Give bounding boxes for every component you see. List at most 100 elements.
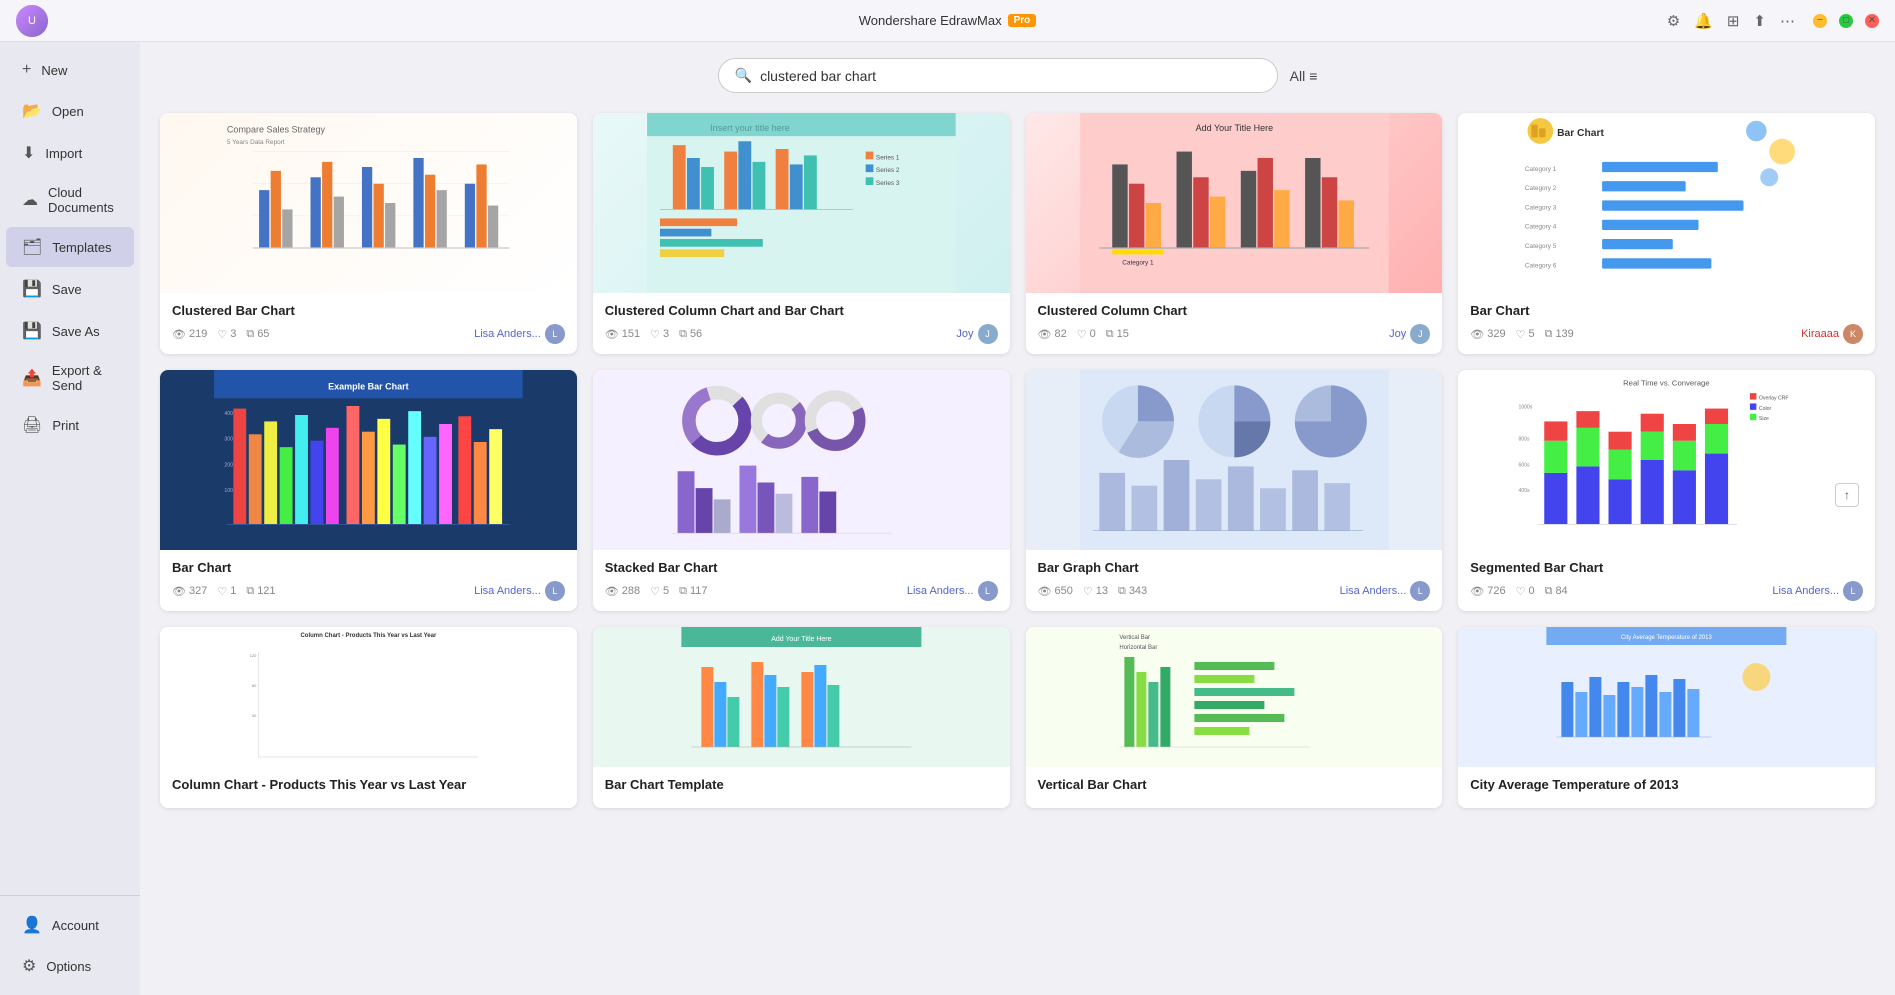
search-input[interactable]: [760, 68, 1261, 84]
svg-text:Series 1: Series 1: [876, 154, 900, 161]
card-info: Bar Chart Template: [593, 767, 1010, 808]
svg-text:City Average Temperature of 20: City Average Temperature of 2013: [1621, 635, 1712, 641]
chart-svg: Vertical Bar Horizontal Bar: [1026, 627, 1443, 767]
help-icon[interactable]: ⚙: [1667, 12, 1680, 30]
more-icon[interactable]: ⋯: [1780, 12, 1795, 30]
chart-svg: Insert your title here: [593, 113, 1010, 293]
svg-text:Category 1: Category 1: [1122, 260, 1154, 267]
likes-icon: ♡: [217, 585, 227, 598]
card-info: Stacked Bar Chart 👁 288 ♡ 5 ⧉: [593, 550, 1010, 611]
card-title: Segmented Bar Chart: [1470, 560, 1863, 575]
card-preview: Bar Chart Category 1 Category 2 Category…: [1458, 113, 1875, 293]
sidebar-item-label: Templates: [52, 240, 111, 255]
author-avatar: L: [978, 581, 998, 601]
svg-text:5 Years Data Report: 5 Years Data Report: [227, 139, 285, 146]
template-card-segmented-bar[interactable]: Real Time vs. Converage Overlay CRF Colo…: [1458, 370, 1875, 611]
filter-button[interactable]: All ≡: [1290, 68, 1318, 84]
views-icon: 👁: [1038, 585, 1052, 598]
template-card-city-temp[interactable]: City Average Temperature of 2013: [1458, 627, 1875, 808]
template-card-add-title[interactable]: Add Your Title Here: [593, 627, 1010, 808]
sidebar-item-open[interactable]: 📂 Open: [6, 91, 134, 131]
chart-svg: Bar Chart Category 1 Category 2 Category…: [1458, 113, 1875, 293]
sidebar-item-account[interactable]: 👤 Account: [6, 905, 134, 945]
card-info: Bar Graph Chart 👁 650 ♡ 13 ⧉: [1026, 550, 1443, 611]
chart-svg: Column Chart - Products This Year vs Las…: [160, 627, 577, 767]
chart-svg: Add Your Title Here: [593, 627, 1010, 767]
card-title: Clustered Column Chart: [1038, 303, 1431, 318]
template-card-clustered-col-bar[interactable]: Insert your title here: [593, 113, 1010, 354]
views-stat: 👁 151: [605, 328, 640, 341]
sidebar-item-print[interactable]: 🖨 Print: [6, 405, 134, 445]
author-avatar: L: [545, 581, 565, 601]
titlebar: ← U Wondershare EdrawMax Pro ⚙ 🔔 ⊞ ⬆ ⋯ −…: [0, 0, 1895, 42]
svg-text:Horizontal Bar: Horizontal Bar: [1119, 645, 1157, 651]
template-card-clustered-col[interactable]: Add Your Title Here: [1026, 113, 1443, 354]
template-card-bar-chart-h[interactable]: Bar Chart Category 1 Category 2 Category…: [1458, 113, 1875, 354]
svg-text:Category 5: Category 5: [1525, 243, 1557, 250]
minimize-button[interactable]: −: [1813, 14, 1827, 28]
search-box[interactable]: 🔍: [718, 58, 1278, 93]
views-stat: 👁 219: [172, 328, 207, 341]
sidebar-item-import[interactable]: ⬇ Import: [6, 133, 134, 173]
author-avatar: L: [1410, 581, 1430, 601]
new-icon: +: [22, 61, 31, 79]
sidebar-item-new[interactable]: + New: [6, 51, 134, 89]
likes-stat: ♡ 0: [1077, 328, 1096, 341]
sidebar-item-export[interactable]: 📤 Export & Send: [6, 353, 134, 403]
chart-svg: Compare Sales Strategy 5 Years Data Repo…: [160, 113, 577, 293]
user-avatar: U: [16, 5, 48, 37]
svg-text:Example Bar Chart: Example Bar Chart: [328, 381, 409, 391]
chart-svg: [593, 370, 1010, 550]
copies-icon: ⧉: [1545, 585, 1553, 598]
template-card-column-products[interactable]: Column Chart - Products This Year vs Las…: [160, 627, 577, 808]
copies-icon: ⧉: [679, 328, 687, 341]
sidebar-item-label: Save: [52, 282, 82, 297]
window-controls: − □ ✕: [1813, 14, 1879, 28]
sidebar-item-saveas[interactable]: 💾 Save As: [6, 311, 134, 351]
card-meta: 👁 219 ♡ 3 ⧉ 65: [172, 324, 565, 344]
sidebar-item-label: Account: [52, 918, 99, 933]
card-info: Bar Chart 👁 329 ♡ 5 ⧉: [1458, 293, 1875, 354]
card-meta: 👁 650 ♡ 13 ⧉ 343: [1038, 581, 1431, 601]
sidebar-item-cloud[interactable]: ☁ Cloud Documents: [6, 175, 134, 225]
copies-stat: ⧉ 117: [679, 585, 707, 598]
card-meta: 👁 151 ♡ 3 ⧉ 56: [605, 324, 998, 344]
app-title: Wondershare EdrawMax Pro: [859, 13, 1037, 28]
share-icon[interactable]: ⬆: [1753, 12, 1766, 30]
sidebar-item-options[interactable]: ⚙ Options: [6, 946, 134, 986]
card-meta: 👁 327 ♡ 1 ⧉ 121: [172, 581, 565, 601]
card-info: Clustered Column Chart and Bar Chart 👁 1…: [593, 293, 1010, 354]
svg-text:1000s: 1000s: [1519, 405, 1533, 411]
close-button[interactable]: ✕: [1865, 14, 1879, 28]
grid-icon[interactable]: ⊞: [1727, 12, 1740, 30]
views-stat: 👁 82: [1038, 328, 1067, 341]
likes-icon: ♡: [1516, 328, 1526, 341]
notification-icon[interactable]: 🔔: [1694, 12, 1713, 30]
svg-text:Category 2: Category 2: [1525, 185, 1557, 192]
views-stat: 👁 288: [605, 585, 640, 598]
sidebar-item-templates[interactable]: 🗂 Templates: [6, 227, 134, 267]
template-card-bar-graph[interactable]: Bar Graph Chart 👁 650 ♡ 13 ⧉: [1026, 370, 1443, 611]
svg-text:400s: 400s: [1519, 488, 1531, 494]
sidebar-item-save[interactable]: 💾 Save: [6, 269, 134, 309]
card-title: Column Chart - Products This Year vs Las…: [172, 777, 565, 792]
copies-stat: ⧉ 343: [1118, 585, 1147, 598]
svg-text:100: 100: [224, 488, 233, 494]
card-preview: Column Chart - Products This Year vs Las…: [160, 627, 577, 767]
template-card-clustered-bar-chart[interactable]: Compare Sales Strategy 5 Years Data Repo…: [160, 113, 577, 354]
print-icon: 🖨: [22, 415, 42, 435]
card-preview: [593, 370, 1010, 550]
template-card-stacked-bar[interactable]: Stacked Bar Chart 👁 288 ♡ 5 ⧉: [593, 370, 1010, 611]
card-info: Vertical Bar Chart: [1026, 767, 1443, 808]
views-icon: 👁: [172, 328, 186, 341]
filter-icon: ≡: [1309, 68, 1317, 84]
views-icon: 👁: [1470, 585, 1484, 598]
svg-text:Category 1: Category 1: [1525, 166, 1557, 173]
card-title: Bar Chart Template: [605, 777, 998, 792]
template-card-bar-chart-colorful[interactable]: Example Bar Chart: [160, 370, 577, 611]
template-card-vertical-bar-green[interactable]: Vertical Bar Horizontal Bar: [1026, 627, 1443, 808]
sidebar: + New 📂 Open ⬇ Import ☁ Cloud Documents …: [0, 42, 140, 995]
scroll-top-button[interactable]: ↑: [1835, 483, 1859, 507]
maximize-button[interactable]: □: [1839, 14, 1853, 28]
likes-icon: ♡: [1077, 328, 1087, 341]
